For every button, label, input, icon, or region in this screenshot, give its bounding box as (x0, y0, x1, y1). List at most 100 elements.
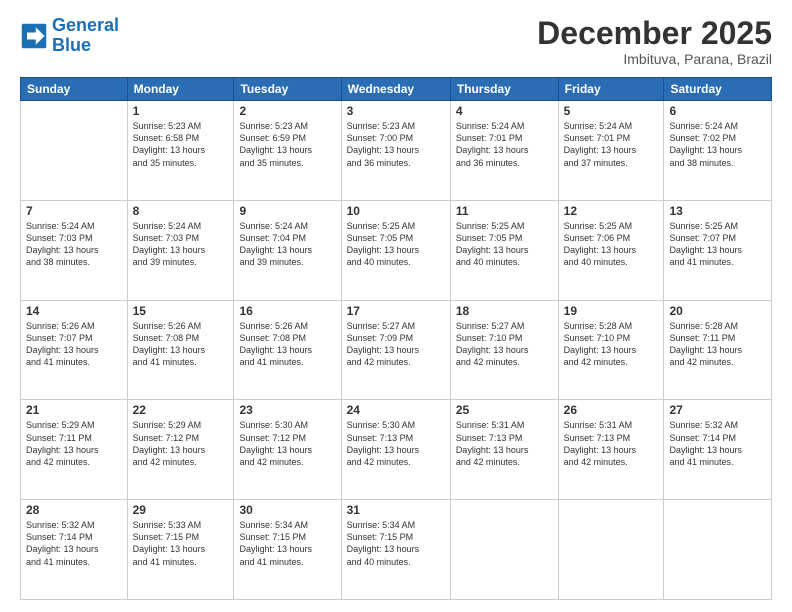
calendar-cell: 7 Sunrise: 5:24 AM Sunset: 7:03 PM Daylig… (21, 200, 128, 300)
cell-content: Sunrise: 5:32 AM Sunset: 7:14 PM Dayligh… (669, 419, 766, 468)
calendar-week-2: 7 Sunrise: 5:24 AM Sunset: 7:03 PM Daylig… (21, 200, 772, 300)
cell-content: Sunrise: 5:34 AM Sunset: 7:15 PM Dayligh… (239, 519, 335, 568)
cell-content: Sunrise: 5:34 AM Sunset: 7:15 PM Dayligh… (347, 519, 445, 568)
cell-content: Sunrise: 5:30 AM Sunset: 7:12 PM Dayligh… (239, 419, 335, 468)
calendar-cell: 29 Sunrise: 5:33 AM Sunset: 7:15 PM Dayli… (127, 500, 234, 600)
cell-content: Sunrise: 5:26 AM Sunset: 7:07 PM Dayligh… (26, 320, 122, 369)
cell-content: Sunrise: 5:29 AM Sunset: 7:11 PM Dayligh… (26, 419, 122, 468)
calendar-cell: 17 Sunrise: 5:27 AM Sunset: 7:09 PM Dayli… (341, 300, 450, 400)
day-number: 7 (26, 204, 122, 218)
cell-content: Sunrise: 5:24 AM Sunset: 7:02 PM Dayligh… (669, 120, 766, 169)
cell-content: Sunrise: 5:28 AM Sunset: 7:11 PM Dayligh… (669, 320, 766, 369)
cell-content: Sunrise: 5:23 AM Sunset: 7:00 PM Dayligh… (347, 120, 445, 169)
cell-content: Sunrise: 5:31 AM Sunset: 7:13 PM Dayligh… (456, 419, 553, 468)
calendar-cell (21, 101, 128, 201)
logo: General Blue (20, 16, 119, 56)
day-number: 1 (133, 104, 229, 118)
cell-content: Sunrise: 5:23 AM Sunset: 6:58 PM Dayligh… (133, 120, 229, 169)
cell-content: Sunrise: 5:31 AM Sunset: 7:13 PM Dayligh… (564, 419, 659, 468)
cell-content: Sunrise: 5:27 AM Sunset: 7:10 PM Dayligh… (456, 320, 553, 369)
calendar-week-1: 1 Sunrise: 5:23 AM Sunset: 6:58 PM Daylig… (21, 101, 772, 201)
day-number: 8 (133, 204, 229, 218)
calendar-cell (558, 500, 664, 600)
calendar-header-row: SundayMondayTuesdayWednesdayThursdayFrid… (21, 78, 772, 101)
day-number: 12 (564, 204, 659, 218)
cell-content: Sunrise: 5:24 AM Sunset: 7:01 PM Dayligh… (564, 120, 659, 169)
calendar-cell (450, 500, 558, 600)
day-number: 16 (239, 304, 335, 318)
calendar-cell: 11Sunrise: 5:25 AM Sunset: 7:05 PM Dayli… (450, 200, 558, 300)
calendar-table: SundayMondayTuesdayWednesdayThursdayFrid… (20, 77, 772, 600)
month-title: December 2025 (537, 16, 772, 51)
calendar-cell: 9Sunrise: 5:24 AM Sunset: 7:04 PM Daylig… (234, 200, 341, 300)
day-number: 13 (669, 204, 766, 218)
day-number: 2 (239, 104, 335, 118)
calendar-cell (664, 500, 772, 600)
day-header-sunday: Sunday (21, 78, 128, 101)
day-number: 17 (347, 304, 445, 318)
calendar-cell: 4 Sunrise: 5:24 AM Sunset: 7:01 PM Daylig… (450, 101, 558, 201)
calendar-cell: 27 Sunrise: 5:32 AM Sunset: 7:14 PM Dayli… (664, 400, 772, 500)
day-number: 10 (347, 204, 445, 218)
header: General Blue December 2025 Imbituva, Par… (20, 16, 772, 67)
calendar-cell: 25 Sunrise: 5:31 AM Sunset: 7:13 PM Dayli… (450, 400, 558, 500)
day-number: 24 (347, 403, 445, 417)
day-number: 27 (669, 403, 766, 417)
calendar-cell: 14 Sunrise: 5:26 AM Sunset: 7:07 PM Dayli… (21, 300, 128, 400)
calendar-cell: 30Sunrise: 5:34 AM Sunset: 7:15 PM Dayli… (234, 500, 341, 600)
calendar-cell: 1 Sunrise: 5:23 AM Sunset: 6:58 PM Daylig… (127, 101, 234, 201)
day-number: 23 (239, 403, 335, 417)
day-number: 9 (239, 204, 335, 218)
calendar-cell: 6 Sunrise: 5:24 AM Sunset: 7:02 PM Daylig… (664, 101, 772, 201)
day-number: 25 (456, 403, 553, 417)
cell-content: Sunrise: 5:32 AM Sunset: 7:14 PM Dayligh… (26, 519, 122, 568)
day-header-monday: Monday (127, 78, 234, 101)
calendar-cell: 21 Sunrise: 5:29 AM Sunset: 7:11 PM Dayli… (21, 400, 128, 500)
calendar-cell: 12 Sunrise: 5:25 AM Sunset: 7:06 PM Dayli… (558, 200, 664, 300)
day-number: 11 (456, 204, 553, 218)
calendar-cell: 8 Sunrise: 5:24 AM Sunset: 7:03 PM Daylig… (127, 200, 234, 300)
day-number: 26 (564, 403, 659, 417)
day-number: 6 (669, 104, 766, 118)
day-number: 28 (26, 503, 122, 517)
day-number: 15 (133, 304, 229, 318)
calendar-cell: 2 Sunrise: 5:23 AM Sunset: 6:59 PM Daylig… (234, 101, 341, 201)
day-number: 20 (669, 304, 766, 318)
calendar-cell: 22Sunrise: 5:29 AM Sunset: 7:12 PM Dayli… (127, 400, 234, 500)
cell-content: Sunrise: 5:24 AM Sunset: 7:03 PM Dayligh… (26, 220, 122, 269)
cell-content: Sunrise: 5:25 AM Sunset: 7:06 PM Dayligh… (564, 220, 659, 269)
cell-content: Sunrise: 5:26 AM Sunset: 7:08 PM Dayligh… (239, 320, 335, 369)
day-number: 21 (26, 403, 122, 417)
calendar-week-4: 21 Sunrise: 5:29 AM Sunset: 7:11 PM Dayli… (21, 400, 772, 500)
cell-content: Sunrise: 5:33 AM Sunset: 7:15 PM Dayligh… (133, 519, 229, 568)
cell-content: Sunrise: 5:25 AM Sunset: 7:07 PM Dayligh… (669, 220, 766, 269)
calendar-cell: 3Sunrise: 5:23 AM Sunset: 7:00 PM Daylig… (341, 101, 450, 201)
day-number: 29 (133, 503, 229, 517)
calendar-cell: 26 Sunrise: 5:31 AM Sunset: 7:13 PM Dayli… (558, 400, 664, 500)
cell-content: Sunrise: 5:23 AM Sunset: 6:59 PM Dayligh… (239, 120, 335, 169)
calendar-cell: 28 Sunrise: 5:32 AM Sunset: 7:14 PM Dayli… (21, 500, 128, 600)
calendar-cell: 13 Sunrise: 5:25 AM Sunset: 7:07 PM Dayli… (664, 200, 772, 300)
calendar-week-5: 28 Sunrise: 5:32 AM Sunset: 7:14 PM Dayli… (21, 500, 772, 600)
page: General Blue December 2025 Imbituva, Par… (0, 0, 792, 612)
cell-content: Sunrise: 5:27 AM Sunset: 7:09 PM Dayligh… (347, 320, 445, 369)
calendar-week-3: 14 Sunrise: 5:26 AM Sunset: 7:07 PM Dayli… (21, 300, 772, 400)
calendar-cell: 31Sunrise: 5:34 AM Sunset: 7:15 PM Dayli… (341, 500, 450, 600)
day-header-tuesday: Tuesday (234, 78, 341, 101)
cell-content: Sunrise: 5:24 AM Sunset: 7:01 PM Dayligh… (456, 120, 553, 169)
calendar-cell: 5Sunrise: 5:24 AM Sunset: 7:01 PM Daylig… (558, 101, 664, 201)
day-number: 22 (133, 403, 229, 417)
day-number: 14 (26, 304, 122, 318)
cell-content: Sunrise: 5:24 AM Sunset: 7:03 PM Dayligh… (133, 220, 229, 269)
calendar-cell: 24 Sunrise: 5:30 AM Sunset: 7:13 PM Dayli… (341, 400, 450, 500)
logo-line1: General (52, 15, 119, 35)
day-header-wednesday: Wednesday (341, 78, 450, 101)
title-block: December 2025 Imbituva, Parana, Brazil (537, 16, 772, 67)
logo-line2: Blue (52, 36, 119, 56)
cell-content: Sunrise: 5:30 AM Sunset: 7:13 PM Dayligh… (347, 419, 445, 468)
day-header-thursday: Thursday (450, 78, 558, 101)
day-header-saturday: Saturday (664, 78, 772, 101)
day-number: 18 (456, 304, 553, 318)
calendar-cell: 16 Sunrise: 5:26 AM Sunset: 7:08 PM Dayli… (234, 300, 341, 400)
day-number: 4 (456, 104, 553, 118)
